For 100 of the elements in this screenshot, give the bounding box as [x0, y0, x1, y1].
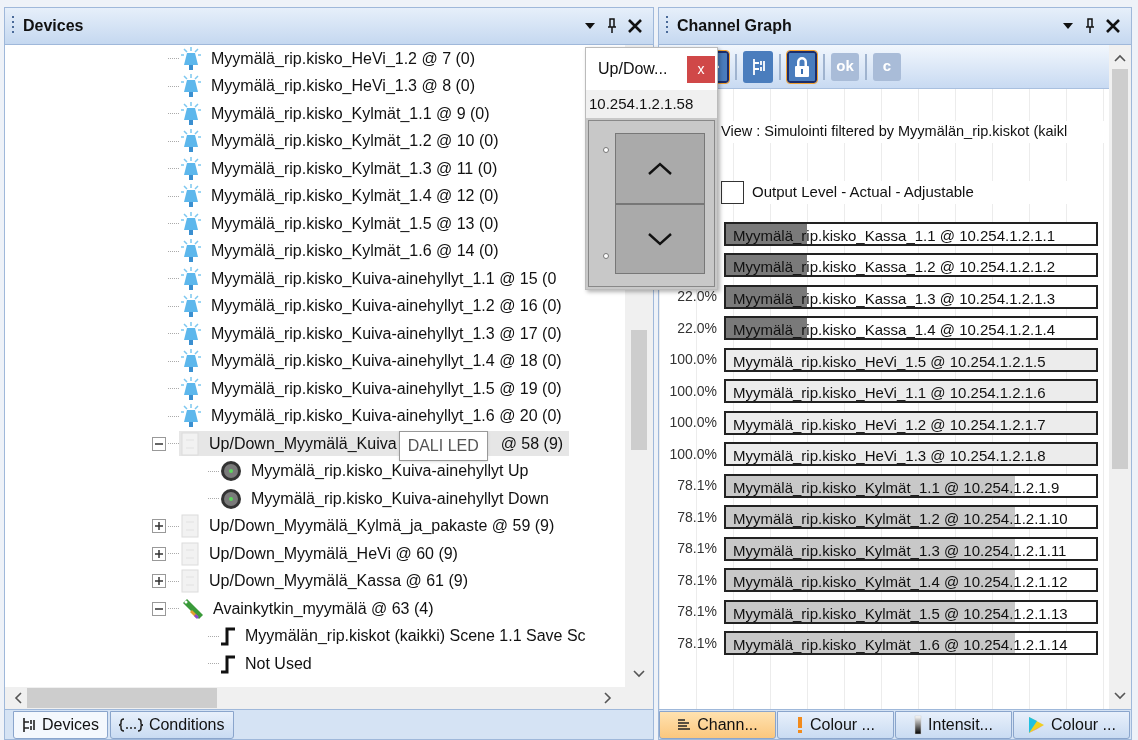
- channel-bar[interactable]: Myymälä_rip.kisko_Kylmät_1.5 @ 10.254.1.2.1.13: [724, 599, 1098, 624]
- percent-label: 22.0%: [676, 287, 717, 307]
- lamp-icon: [180, 294, 202, 319]
- percent-label: 100.0%: [668, 350, 717, 370]
- panel-icon: [180, 431, 200, 456]
- tree-item[interactable]: Myymälän_rip.kiskot (kaikki) Scene 1.1 Save Sc: [245, 624, 586, 649]
- channel-bar[interactable]: Myymälä_rip.kisko_HeVi_1.2 @ 10.254.1.2.1.7: [724, 410, 1098, 435]
- pin-icon[interactable]: [607, 18, 617, 34]
- percent-label: 78.1%: [676, 633, 717, 653]
- collapse-icon[interactable]: [152, 601, 166, 616]
- tree-item[interactable]: Myymälä_rip.kisko_Kuiva-ainehyllyt_1.3 @ 17 (0): [211, 321, 562, 346]
- scrollbar[interactable]: [1109, 45, 1131, 709]
- close-icon[interactable]: [1105, 18, 1121, 34]
- channel-bar[interactable]: Myymälä_rip.kisko_HeVi_1.1 @ 10.254.1.2.1.6: [724, 379, 1098, 404]
- tab[interactable]: Conditions: [109, 711, 234, 739]
- scrollbar[interactable]: [5, 687, 653, 709]
- channel-bar[interactable]: Myymälä_rip.kisko_Kylmät_1.4 @ 10.254.1.2.1.12: [724, 568, 1098, 593]
- dropdown-icon[interactable]: [583, 21, 597, 31]
- tree-item[interactable]: Myymälä_rip.kisko_Kuiva-ainehyllyt_1.4 @ 18 (0): [211, 349, 562, 374]
- percent-label: 78.1%: [676, 507, 717, 527]
- panel-icon: [180, 541, 200, 566]
- percent-label: 78.1%: [676, 602, 717, 622]
- tree-item[interactable]: Myymälä_rip.kisko_Kuiva-ainehyllyt Down: [251, 486, 549, 511]
- toolbar-button[interactable]: [787, 50, 817, 83]
- pin-icon[interactable]: [1085, 18, 1095, 34]
- panel-icon: [180, 514, 200, 539]
- tree-item[interactable]: Myymälä_rip.kisko_Kylmät_1.3 @ 11 (0): [211, 156, 498, 181]
- scroll-right-icon[interactable]: [603, 691, 613, 705]
- tree-item[interactable]: Myymälä_rip.kisko_HeVi_1.3 @ 8 (0): [211, 74, 476, 99]
- tree-item[interactable]: Myymälä_rip.kisko_Kylmät_1.2 @ 10 (0): [211, 129, 499, 154]
- braces-icon: [118, 718, 143, 732]
- close-icon[interactable]: [627, 18, 643, 34]
- tree-item[interactable]: Up/Down_Myymälä_Kylmä_ja_pakaste @ 59 (9): [209, 514, 555, 539]
- tree-icon: [22, 717, 36, 733]
- channel-label: Myymälä_rip.kisko_Kylmät_1.3 @ 10.254.1.2.1.11: [733, 540, 1067, 561]
- tab[interactable]: Devices: [13, 711, 108, 739]
- collapse-icon[interactable]: [152, 436, 166, 451]
- tree-item[interactable]: Myymälä_rip.kisko_Kuiva-ainehyllyt_1.6 @ 20 (0): [211, 404, 562, 429]
- lamp-icon: [180, 376, 202, 401]
- tree-item[interactable]: Up/Down_Myymälä_HeVi @ 60 (9): [209, 541, 458, 566]
- tree-item[interactable]: Myymälä_rip.kisko_Kylmät_1.4 @ 12 (0): [211, 184, 499, 209]
- lamp-icon: [180, 184, 202, 209]
- tree-item[interactable]: Myymälä_rip.kisko_Kylmät_1.1 @ 9 (0): [211, 101, 490, 126]
- channel-bar[interactable]: Myymälä_rip.kisko_HeVi_1.5 @ 10.254.1.2.1.5: [724, 347, 1098, 372]
- scrollbar-thumb[interactable]: [1112, 69, 1128, 469]
- lamp-icon: [180, 211, 202, 236]
- channel-label: Myymälä_rip.kisko_HeVi_1.1 @ 10.254.1.2.1.6: [733, 383, 1046, 404]
- tree-item[interactable]: Myymälä_rip.kisko_Kuiva-ainehyllyt Up: [251, 459, 529, 484]
- tree-item-suffix: @ 58 (9): [500, 433, 564, 454]
- tree-item[interactable]: Myymälä_rip.kisko_HeVi_1.2 @ 7 (0): [211, 46, 476, 71]
- lamp-icon: [180, 239, 202, 264]
- channel-bar[interactable]: Myymälä_rip.kisko_Kylmät_1.3 @ 10.254.1.2.1.11: [724, 536, 1098, 561]
- chevron-down-icon: [647, 232, 673, 246]
- lamp-icon: [180, 156, 202, 181]
- close-button[interactable]: x: [687, 55, 715, 83]
- scrollbar-thumb[interactable]: [27, 688, 217, 708]
- expand-icon[interactable]: [152, 574, 166, 589]
- lamp-icon: [180, 74, 202, 99]
- tree-item[interactable]: Myymälä_rip.kisko_Kuiva-ainehyllyt_1.2 @ 16 (0): [211, 294, 562, 319]
- percent-label: 100.0%: [668, 413, 717, 433]
- checkbox-label: Output Level - Actual - Adjustable: [752, 182, 974, 202]
- tree-item[interactable]: Myymälä_rip.kisko_Kuiva-ainehyllyt_1.1 @ 15 (0: [211, 266, 557, 291]
- tree-item[interactable]: Myymälä_rip.kisko_Kuiva-ainehyllyt_1.5 @ 19 (0): [211, 376, 562, 401]
- percent-label: 78.1%: [676, 539, 717, 559]
- tree-item[interactable]: Not Used: [245, 651, 312, 676]
- tree-item[interactable]: Avainkytkin_myymälä @ 63 (4): [213, 596, 434, 621]
- triangle-icon: [1027, 716, 1046, 734]
- channel-label: Myymälä_rip.kisko_Kylmät_1.5 @ 10.254.1.2.1.13: [733, 603, 1068, 624]
- button-icon: [220, 460, 242, 483]
- channel-bar[interactable]: Myymälä_rip.kisko_Kylmät_1.2 @ 10.254.1.2.1.10: [724, 505, 1098, 530]
- percent-label: 100.0%: [668, 444, 717, 464]
- tab[interactable]: Intensit...: [895, 711, 1012, 739]
- scrollbar-thumb[interactable]: [631, 330, 647, 450]
- expand-icon[interactable]: [152, 519, 166, 534]
- panel-icon: [180, 569, 200, 594]
- percent-label: 22.0%: [676, 318, 717, 338]
- panel-title: Channel Graph: [677, 16, 792, 36]
- tab[interactable]: Colour ...: [1013, 711, 1130, 739]
- expand-icon[interactable]: [152, 546, 166, 561]
- channel-bar[interactable]: Myymälä_rip.kisko_Kylmät_1.6 @ 10.254.1.2.1.14: [724, 631, 1098, 656]
- scroll-left-icon[interactable]: [13, 691, 23, 705]
- gradient-bar-icon: [914, 715, 923, 735]
- lamp-icon: [180, 266, 202, 291]
- channel-label: Myymälä_rip.kisko_Kylmät_1.2 @ 10.254.1.2.1.10: [733, 509, 1068, 530]
- tree-item[interactable]: Myymälä_rip.kisko_Kylmät_1.5 @ 13 (0): [211, 211, 499, 236]
- checkbox[interactable]: [721, 180, 744, 204]
- tree-item[interactable]: Up/Down_Myymälä_Kuiva: [209, 431, 397, 456]
- tab[interactable]: Chann...: [659, 711, 776, 739]
- scroll-up-icon[interactable]: [1113, 53, 1127, 63]
- tab[interactable]: Colour ...: [777, 711, 894, 739]
- scroll-down-icon[interactable]: [1113, 691, 1127, 701]
- channel-bar[interactable]: Myymälä_rip.kisko_Kylmät_1.1 @ 10.254.1.2.1.9: [724, 473, 1098, 498]
- dropdown-icon[interactable]: [1061, 21, 1075, 31]
- scroll-down-icon[interactable]: [632, 669, 646, 679]
- lamp-icon: [180, 321, 202, 346]
- tree-item[interactable]: Up/Down_Myymälä_Kassa @ 61 (9): [209, 569, 468, 594]
- chevron-up-icon: [647, 161, 673, 176]
- channel-bar[interactable]: Myymälä_rip.kisko_HeVi_1.3 @ 10.254.1.2.1.8: [724, 442, 1098, 467]
- channel-label: Myymälä_rip.kisko_HeVi_1.3 @ 10.254.1.2.1.8: [733, 446, 1046, 467]
- tree-item[interactable]: Myymälä_rip.kisko_Kylmät_1.6 @ 14 (0): [211, 239, 499, 264]
